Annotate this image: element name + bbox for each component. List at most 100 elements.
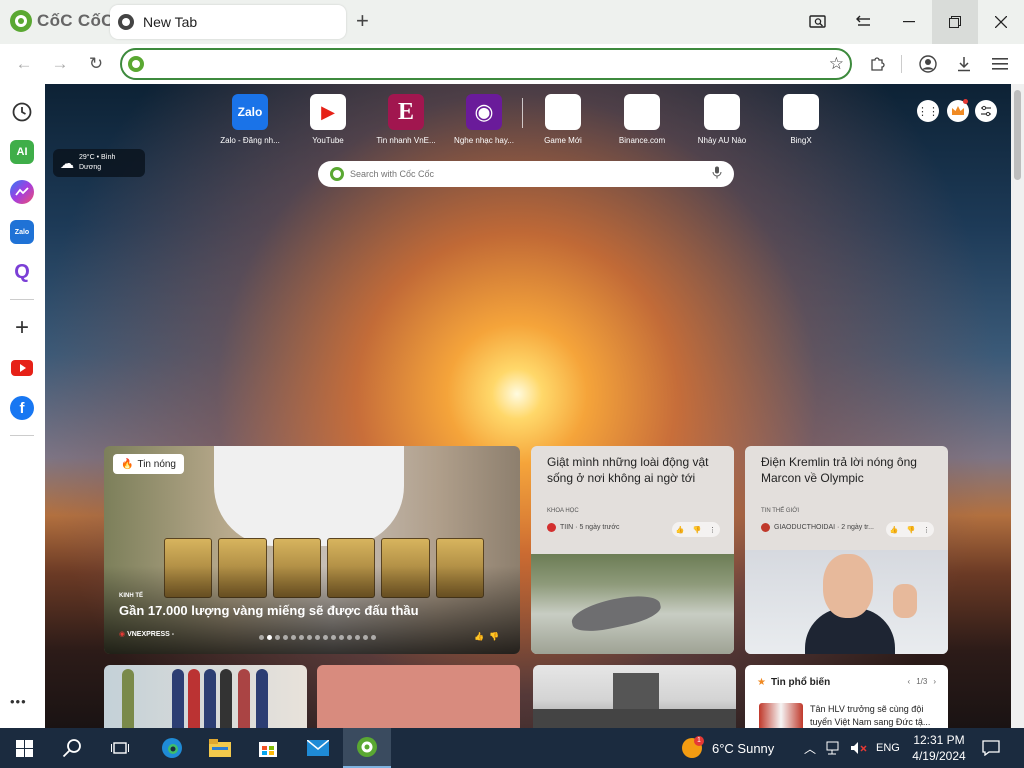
news-action-pill[interactable]: 👍 👎 ⋮ — [672, 522, 720, 537]
file-explorer-icon[interactable] — [196, 728, 244, 768]
tab-new-tab[interactable]: New Tab — [110, 5, 346, 39]
news-card-police[interactable] — [104, 665, 307, 728]
taskbar-weather[interactable]: 1 6°C Sunny — [682, 728, 774, 768]
weather-widget[interactable]: ☁ 29°C • Bình Dương — [53, 149, 145, 177]
page-scrollbar[interactable] — [1011, 84, 1024, 728]
input-language[interactable]: ENG — [876, 728, 900, 768]
mail-icon[interactable] — [294, 728, 342, 768]
shortcut-label: Game Mới — [544, 136, 582, 145]
news-image-shark — [531, 554, 734, 654]
qr-app-icon[interactable]: Q — [10, 260, 34, 284]
trending-news-widget: ★ Tin phổ biến ‹ 1/3 › Tân HLV trưởng sẽ… — [745, 665, 948, 728]
featured-news-card[interactable]: 🔥 Tin nóng KINH TẾ Gần 17.000 lượng vàng… — [104, 446, 520, 654]
sidebar: AI Zalo Q + f ••• — [0, 84, 45, 728]
youtube-icon[interactable] — [10, 356, 34, 380]
hamburger-icon[interactable] — [987, 52, 1013, 76]
edge-icon[interactable] — [148, 728, 196, 768]
zalo-icon[interactable]: Zalo — [10, 220, 34, 244]
shortcut-binance[interactable]: Binance.com — [597, 94, 687, 145]
coccoc-search-icon — [330, 167, 344, 181]
trending-header: ★ Tin phổ biến — [757, 677, 830, 688]
coccoc-taskbar-icon[interactable] — [343, 728, 391, 768]
shortcut-bingx[interactable]: BingX — [756, 94, 846, 145]
shortcut-label: Zalo - Đăng nh... — [220, 136, 280, 145]
trending-thumbnail[interactable] — [759, 703, 803, 728]
thumbs-down-icon[interactable]: 👎 — [489, 632, 499, 641]
microsoft-store-icon[interactable] — [244, 728, 292, 768]
apps-grid-icon[interactable]: ⋮⋮ — [917, 100, 939, 122]
task-view-icon[interactable] — [96, 728, 144, 768]
shortcut-game[interactable]: Game Mới — [518, 94, 608, 145]
facebook-icon[interactable]: f — [10, 396, 34, 420]
news-title[interactable]: Gần 17.000 lượng vàng miếng sẽ được đấu … — [119, 603, 419, 618]
news-card-animals[interactable]: Giật mình những loài động vật sống ở nơi… — [531, 446, 734, 654]
shortcut-label: Tin nhanh VnE... — [376, 136, 436, 145]
sidebar-more-icon[interactable]: ••• — [10, 694, 27, 709]
show-hidden-icons[interactable]: ︿ — [804, 728, 816, 768]
shortcut-zalo[interactable]: Zalo Zalo - Đăng nh... — [205, 94, 295, 145]
trending-item-title[interactable]: Tân HLV trưởng sẽ cùng đội tuyển Việt Na… — [810, 703, 935, 728]
address-input[interactable] — [150, 54, 810, 74]
tab-search-icon[interactable] — [795, 0, 841, 44]
search-input[interactable] — [350, 169, 700, 179]
minimize-button[interactable] — [886, 0, 932, 44]
hot-news-badge: 🔥 Tin nóng — [113, 454, 184, 474]
clock-time: 12:31 PM — [913, 733, 965, 747]
news-image-mask — [214, 446, 404, 546]
notification-center-icon[interactable] — [982, 728, 1000, 768]
thumbs-down-icon[interactable]: 👎 — [692, 526, 701, 534]
coccoc-search-box[interactable] — [318, 161, 734, 187]
news-title[interactable]: Giật mình những loài động vật sống ở nơi… — [547, 454, 722, 486]
restore-button[interactable] — [932, 0, 978, 44]
coccoc-logo-icon — [10, 10, 32, 32]
puzzle-icon[interactable] — [864, 52, 890, 76]
tab-history-icon[interactable] — [840, 0, 886, 44]
shortcut-label: Binance.com — [618, 136, 666, 145]
volume-muted-icon[interactable] — [850, 728, 868, 768]
weather-badge: 1 — [694, 736, 704, 746]
close-button[interactable] — [978, 0, 1024, 44]
search-icon[interactable] — [48, 728, 96, 768]
download-icon[interactable] — [951, 52, 977, 76]
shortcut-au[interactable]: Nhảy AU Nào — [677, 94, 767, 145]
ai-assistant-icon[interactable]: AI — [10, 140, 34, 164]
news-meta: TIIN · 5 ngày trước — [547, 523, 619, 532]
history-icon[interactable] — [10, 100, 34, 124]
coccoc-logo[interactable]: CốC CốC — [10, 10, 114, 32]
thumbs-up-icon[interactable]: 👍 — [474, 632, 484, 641]
network-icon[interactable] — [826, 728, 842, 768]
bookmark-star-icon[interactable]: ☆ — [829, 54, 844, 74]
thumbs-up-icon[interactable]: 👍 — [676, 526, 685, 534]
thumbs-up-icon[interactable]: 👍 — [890, 526, 899, 534]
chevron-left-icon[interactable]: ‹ — [908, 677, 911, 686]
messenger-icon[interactable] — [10, 180, 34, 204]
shortcut-youtube[interactable]: ▶ YouTube — [283, 94, 373, 145]
address-bar[interactable]: ☆ — [120, 48, 852, 80]
zalo-shortcut-icon: Zalo — [232, 94, 268, 130]
more-options-icon[interactable]: ⋮ — [923, 526, 930, 534]
news-card-image-placeholder[interactable] — [317, 665, 520, 728]
shortcut-vnexpress[interactable]: E Tin nhanh VnE... — [361, 94, 451, 145]
windows-start-icon[interactable] — [0, 728, 48, 768]
shortcut-music[interactable]: ◉ Nghe nhạc hay... — [439, 94, 529, 145]
fire-icon: 🔥 — [121, 458, 134, 470]
add-sidebar-app-icon[interactable]: + — [10, 314, 34, 341]
thumbs-down-icon[interactable]: 👎 — [906, 526, 915, 534]
shortcut-label: YouTube — [312, 136, 344, 145]
new-tab-button[interactable]: + — [356, 10, 369, 32]
scrollbar-thumb[interactable] — [1014, 90, 1021, 180]
system-clock[interactable]: 12:31 PM 4/19/2024 — [906, 732, 972, 764]
microphone-icon[interactable] — [712, 166, 722, 182]
more-options-icon[interactable]: ⋮ — [709, 526, 716, 534]
news-action-pill[interactable]: 👍 👎 ⋮ — [886, 522, 934, 537]
forward-button[interactable]: → — [47, 52, 73, 76]
reload-button[interactable]: ↻ — [83, 52, 109, 76]
news-card-kremlin[interactable]: Điện Kremlin trả lời nóng ông Marcon về … — [745, 446, 948, 654]
carousel-dots[interactable] — [259, 635, 376, 640]
news-card-citadel[interactable] — [533, 665, 736, 728]
settings-sliders-icon[interactable] — [975, 100, 997, 122]
profile-icon[interactable] — [915, 52, 941, 76]
chevron-right-icon[interactable]: › — [933, 677, 936, 686]
back-button[interactable]: ← — [11, 52, 37, 76]
news-title[interactable]: Điện Kremlin trả lời nóng ông Marcon về … — [761, 454, 936, 486]
